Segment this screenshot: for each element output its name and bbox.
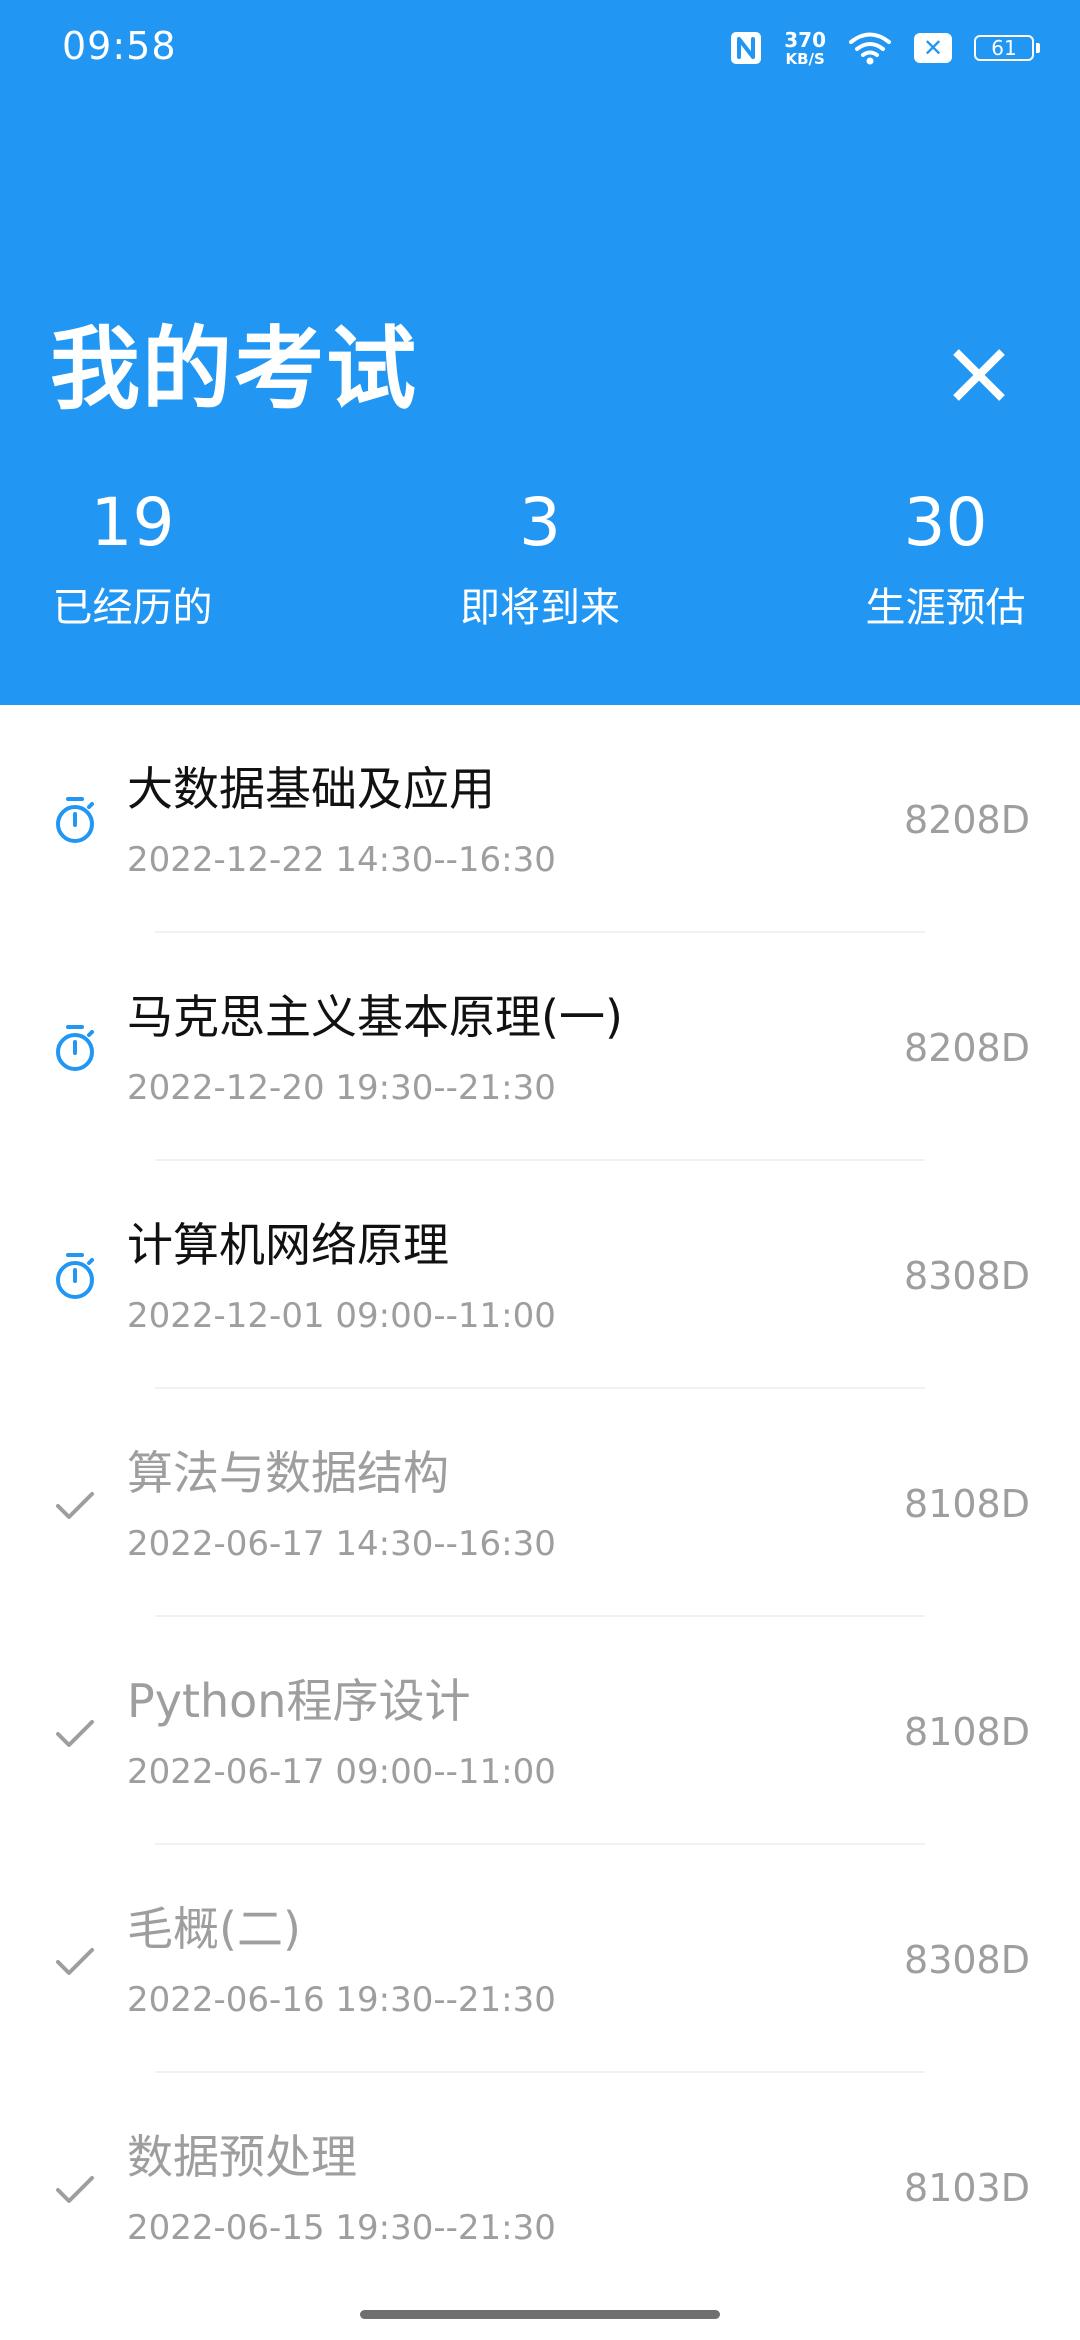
check-icon xyxy=(56,1720,94,1747)
check-icon xyxy=(56,1492,94,1519)
exam-time: 2022-12-20 19:30--21:30 xyxy=(127,1068,556,1108)
stopwatch-icon xyxy=(56,797,94,843)
exam-time: 2022-12-01 09:00--11:00 xyxy=(127,1296,556,1336)
exam-room: 8103D xyxy=(904,2166,1030,2210)
stat-upcoming: 3 即将到来 xyxy=(440,484,640,631)
exam-title: 数据预处理 xyxy=(127,2130,357,2184)
status-time: 09:58 xyxy=(62,24,177,68)
exam-title: 大数据基础及应用 xyxy=(127,762,495,816)
exam-row[interactable]: 数据预处理 2022-06-15 19:30--21:30 8103D xyxy=(0,2073,1080,2301)
stopwatch-icon xyxy=(56,1025,94,1071)
network-speed-value: 370 xyxy=(784,27,826,52)
stat-career-estimate-label: 生涯预估 xyxy=(865,585,1026,631)
status-bar: 09:58 370 KB/S ✕ 61 xyxy=(0,0,1080,100)
exam-row[interactable]: 马克思主义基本原理(一) 2022-12-20 19:30--21:30 820… xyxy=(0,933,1080,1161)
exam-time: 2022-12-22 14:30--16:30 xyxy=(127,840,556,880)
exam-title: Python程序设计 xyxy=(127,1674,471,1728)
battery-level: 61 xyxy=(974,35,1034,61)
status-icons: 370 KB/S ✕ 61 xyxy=(730,24,1040,72)
check-icon xyxy=(56,2176,94,2203)
exam-room: 8208D xyxy=(904,798,1030,842)
battery-icon: 61 xyxy=(974,35,1040,61)
exam-time: 2022-06-15 19:30--21:30 xyxy=(127,2208,556,2248)
stat-experienced: 19 已经历的 xyxy=(50,484,215,631)
exam-row[interactable]: 算法与数据结构 2022-06-17 14:30--16:30 8108D xyxy=(0,1389,1080,1617)
exam-row[interactable]: 计算机网络原理 2022-12-01 09:00--11:00 8308D xyxy=(0,1161,1080,1389)
home-indicator[interactable] xyxy=(360,2310,720,2319)
wifi-icon xyxy=(849,32,891,65)
stat-upcoming-value: 3 xyxy=(519,484,561,561)
stat-experienced-value: 19 xyxy=(90,484,175,561)
network-speed: 370 KB/S xyxy=(784,30,826,67)
exam-time: 2022-06-17 14:30--16:30 xyxy=(127,1524,556,1564)
nfc-icon xyxy=(731,32,762,64)
stat-experienced-label: 已经历的 xyxy=(52,585,213,631)
exam-room: 8108D xyxy=(904,1710,1030,1754)
exam-title: 毛概(二) xyxy=(127,1902,301,1956)
exam-room: 8308D xyxy=(904,1938,1030,1982)
exam-room: 8208D xyxy=(904,1026,1030,1070)
exam-title: 算法与数据结构 xyxy=(127,1446,449,1500)
check-icon xyxy=(56,1948,94,1975)
exam-list: 大数据基础及应用 2022-12-22 14:30--16:30 8208D 马… xyxy=(0,705,1080,2301)
stat-upcoming-label: 即将到来 xyxy=(460,585,620,631)
exam-room: 8108D xyxy=(904,1482,1030,1526)
page-title: 我的考试 xyxy=(50,317,418,422)
stopwatch-icon xyxy=(56,1253,94,1299)
exam-time: 2022-06-17 09:00--11:00 xyxy=(127,1752,556,1792)
network-speed-unit: KB/S xyxy=(785,49,825,68)
header: 09:58 370 KB/S ✕ 61 我的考试 19 已经历的 3 即将到来 … xyxy=(0,0,1080,705)
exam-title: 计算机网络原理 xyxy=(127,1218,449,1272)
stat-career-estimate-value: 30 xyxy=(903,484,988,561)
close-icon[interactable] xyxy=(944,340,1014,410)
exam-row[interactable]: Python程序设计 2022-06-17 09:00--11:00 8108D xyxy=(0,1617,1080,1845)
exam-time: 2022-06-16 19:30--21:30 xyxy=(127,1980,556,2020)
exam-room: 8308D xyxy=(904,1254,1030,1298)
exam-title: 马克思主义基本原理(一) xyxy=(127,990,623,1044)
stat-career-estimate: 30 生涯预估 xyxy=(863,484,1028,631)
no-sim-icon: ✕ xyxy=(914,33,952,63)
exam-row[interactable]: 毛概(二) 2022-06-16 19:30--21:30 8308D xyxy=(0,1845,1080,2073)
exam-row[interactable]: 大数据基础及应用 2022-12-22 14:30--16:30 8208D xyxy=(0,705,1080,933)
